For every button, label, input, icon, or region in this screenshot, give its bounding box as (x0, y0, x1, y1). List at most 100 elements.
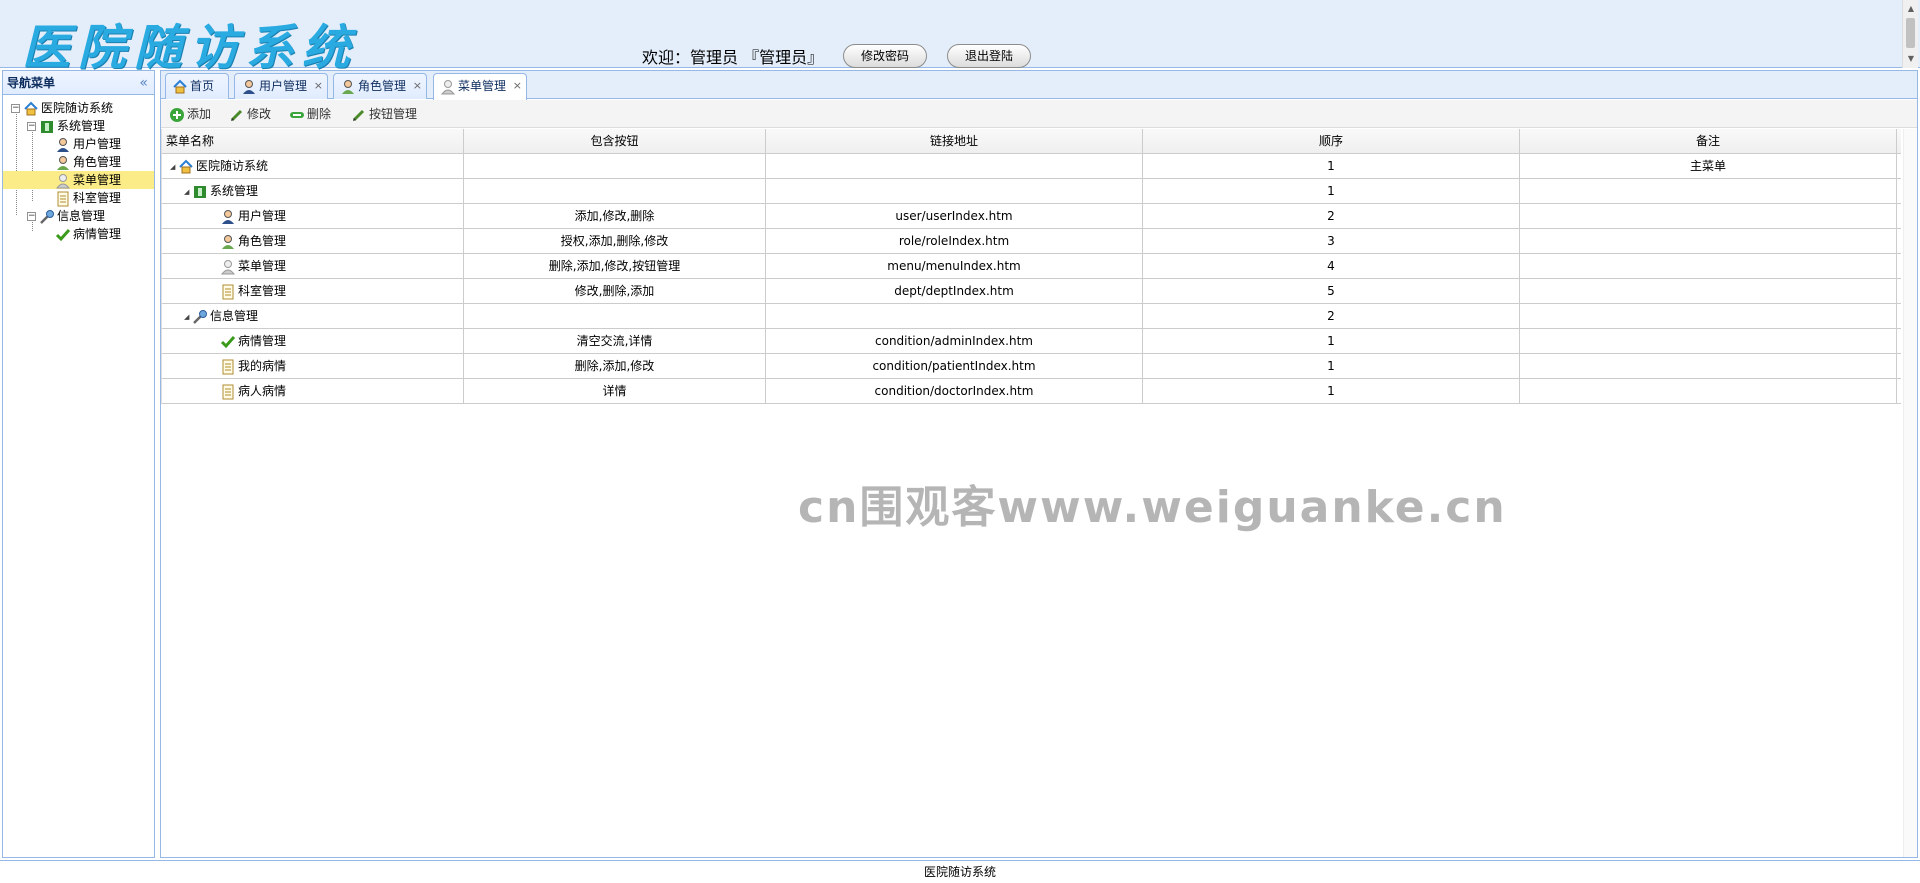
cell-name: ◢ 信息管理 (162, 304, 464, 328)
tab-label: 菜单管理 (458, 79, 507, 93)
table-row[interactable]: 我的病情 删除,添加,修改 condition/patientIndex.htm 1 (162, 354, 1901, 379)
tree-node-roles[interactable]: 角色管理 (3, 153, 154, 171)
tree-node-conditions[interactable]: 病情管理 (3, 225, 154, 243)
pencil-icon (351, 107, 367, 123)
cell-note (1520, 354, 1897, 378)
scroll-thumb[interactable] (1906, 18, 1915, 48)
expand-arrow-icon[interactable]: ◢ (184, 180, 192, 204)
nav-tree: − 医院随访系统 − 系统管理 用户管理 角色管理 菜单管理 科室管理 − 信息管理 … (3, 95, 154, 243)
add-button[interactable]: 添加 (169, 104, 211, 124)
cell-buttons: 删除,添加,修改 (464, 354, 766, 378)
delete-button[interactable]: 删除 (289, 104, 331, 124)
header-scrollbar[interactable]: ▲ ▼ (1902, 0, 1918, 68)
cell-name: 我的病情 (162, 354, 464, 378)
cell-buttons: 授权,添加,删除,修改 (464, 229, 766, 253)
tab-roles[interactable]: 角色管理 × (333, 73, 427, 99)
cell-buttons: 添加,修改,删除 (464, 204, 766, 228)
cell-buttons: 详情 (464, 379, 766, 403)
table-row[interactable]: 角色管理 授权,添加,删除,修改 role/roleIndex.htm 3 (162, 229, 1901, 254)
check-icon (55, 227, 71, 243)
cell-name: 用户管理 (162, 204, 464, 228)
column-header-url[interactable]: 链接地址 (766, 129, 1143, 154)
tree-node-label: 系统管理 (57, 119, 106, 133)
table-row[interactable]: ◢ 系统管理 1 (162, 179, 1901, 204)
close-icon[interactable]: × (413, 74, 422, 98)
close-icon[interactable]: × (513, 74, 522, 98)
tree-node-info[interactable]: − 信息管理 (3, 207, 154, 225)
tab-menus[interactable]: 菜单管理 × (433, 73, 527, 100)
tree-node-label: 菜单管理 (73, 173, 122, 187)
table-row[interactable]: ◢ 信息管理 2 (162, 304, 1901, 329)
collapse-toggle-icon[interactable]: − (27, 122, 36, 131)
tree-node-depts[interactable]: 科室管理 (3, 189, 154, 207)
collapse-toggle-icon[interactable]: − (27, 212, 36, 221)
table-row[interactable]: ◢ 医院随访系统 1 主菜单 (162, 154, 1901, 179)
change-password-button[interactable]: 修改密码 (843, 44, 927, 68)
role-icon (340, 79, 356, 95)
table-row[interactable]: 科室管理 修改,删除,添加 dept/deptIndex.htm 5 (162, 279, 1901, 304)
cell-note (1520, 204, 1897, 228)
tab-home[interactable]: 首页 (165, 73, 229, 99)
sidebar-title: 导航菜单 « (3, 71, 154, 95)
scroll-down-icon[interactable]: ▼ (1903, 52, 1919, 66)
button-manage-button[interactable]: 按钮管理 (351, 104, 417, 124)
table-row[interactable]: 菜单管理 删除,添加,修改,按钮管理 menu/menuIndex.htm 4 (162, 254, 1901, 279)
tree-node-system[interactable]: − 系统管理 (3, 117, 154, 135)
app-logo: 医院随访系统 (22, 20, 359, 76)
tab-label: 用户管理 (259, 79, 308, 93)
column-header-order[interactable]: 顺序 (1143, 129, 1520, 154)
menu-icon (220, 259, 236, 275)
user-icon (55, 137, 71, 153)
cell-note (1520, 254, 1897, 278)
grid-scrollbar[interactable] (1903, 129, 1917, 857)
column-header-name[interactable]: 菜单名称 (162, 129, 464, 154)
tools-icon (39, 209, 55, 225)
collapse-toggle-icon[interactable]: − (11, 104, 20, 113)
edit-button[interactable]: 修改 (229, 104, 271, 124)
expand-arrow-icon[interactable]: ◢ (184, 305, 192, 329)
cell-name: 科室管理 (162, 279, 464, 303)
sidebar: 导航菜单 « − 医院随访系统 − 系统管理 用户管理 角色管理 菜单管理 科室… (2, 70, 155, 858)
add-label: 添加 (187, 107, 212, 121)
cell-url (766, 154, 1143, 178)
home-icon (23, 101, 39, 117)
tree-node-menus[interactable]: 菜单管理 (3, 171, 154, 189)
close-icon[interactable]: × (314, 74, 323, 98)
table-row[interactable]: 病人病情 详情 condition/doctorIndex.htm 1 (162, 379, 1901, 404)
user-icon (241, 79, 257, 95)
tree-node-label: 角色管理 (73, 155, 122, 169)
document-icon (220, 359, 236, 375)
expand-arrow-icon[interactable]: ◢ (170, 155, 178, 179)
home-icon (178, 159, 194, 175)
column-header-note[interactable]: 备注 (1520, 129, 1897, 154)
tree-node-root[interactable]: − 医院随访系统 (3, 99, 154, 117)
cell-order: 1 (1143, 379, 1520, 403)
cell-name: 角色管理 (162, 229, 464, 253)
logout-button[interactable]: 退出登陆 (947, 44, 1031, 68)
collapse-icon[interactable]: « (139, 71, 148, 95)
cell-url: condition/patientIndex.htm (766, 354, 1143, 378)
cell-name: 病情管理 (162, 329, 464, 353)
cell-name: ◢ 医院随访系统 (162, 154, 464, 178)
cell-buttons (464, 304, 766, 328)
role-icon (55, 155, 71, 171)
cell-note: 主菜单 (1520, 154, 1897, 178)
menu-treegrid: 菜单名称 包含按钮 链接地址 顺序 备注 ◢ 医院随访系统 1 主菜单 ◢ 系统管理 1 用户… (161, 129, 1901, 404)
scroll-up-icon[interactable]: ▲ (1903, 2, 1919, 16)
cell-url (766, 304, 1143, 328)
table-row[interactable]: 用户管理 添加,修改,删除 user/userIndex.htm 2 (162, 204, 1901, 229)
cell-note (1520, 179, 1897, 203)
menu-icon (55, 173, 71, 189)
cell-name-text: 系统管理 (210, 184, 259, 198)
delete-icon (289, 107, 305, 123)
tree-node-users[interactable]: 用户管理 (3, 135, 154, 153)
column-header-buttons[interactable]: 包含按钮 (464, 129, 766, 154)
cell-url: role/roleIndex.htm (766, 229, 1143, 253)
cell-url: dept/deptIndex.htm (766, 279, 1143, 303)
cell-order: 1 (1143, 329, 1520, 353)
table-row[interactable]: 病情管理 清空交流,详情 condition/adminIndex.htm 1 (162, 329, 1901, 354)
tab-users[interactable]: 用户管理 × (234, 73, 328, 99)
grid-header: 菜单名称 包含按钮 链接地址 顺序 备注 (162, 129, 1901, 154)
cell-order: 2 (1143, 204, 1520, 228)
user-icon (220, 209, 236, 225)
